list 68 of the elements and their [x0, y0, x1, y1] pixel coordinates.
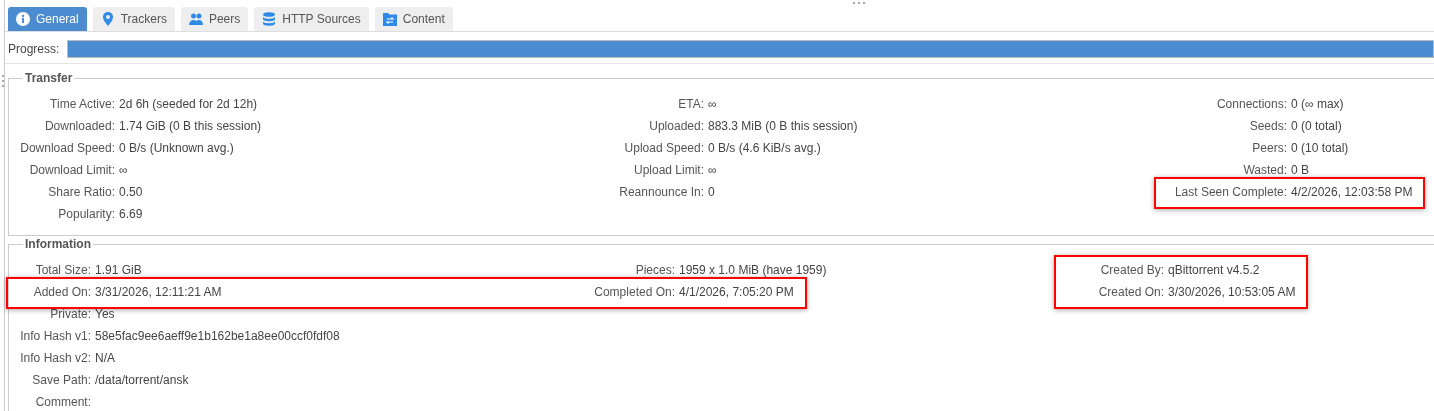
- field-label: Seeds:: [1248, 119, 1287, 133]
- tab[interactable]: Content: [374, 7, 453, 31]
- field-label: Pieces:: [634, 263, 675, 277]
- field-label: Total Size:: [34, 263, 91, 277]
- field-value: ∞: [708, 163, 717, 177]
- splitter-handle-icon[interactable]: [1, 74, 5, 88]
- field-value: 0.50: [119, 185, 143, 199]
- field-value: 2d 6h (seeded for 2d 12h): [119, 97, 258, 111]
- tab[interactable]: Trackers: [92, 7, 175, 31]
- section-title: Information: [24, 237, 92, 251]
- resize-handle-icon[interactable]: [852, 1, 866, 5]
- field-label: Completed On:: [593, 285, 675, 299]
- section-title: Transfer: [24, 71, 74, 85]
- field-label: Added On:: [32, 285, 91, 299]
- field-value: ∞: [708, 97, 717, 111]
- field-label: Last Seen Complete:: [1173, 185, 1287, 199]
- field-value: 0 B/s (Unknown avg.): [119, 141, 234, 155]
- field-label: Upload Speed:: [623, 141, 704, 155]
- field-label: Created By:: [1099, 263, 1164, 277]
- progress-label: Progress:: [8, 42, 60, 56]
- folder-icon: [382, 12, 397, 26]
- tab[interactable]: General: [8, 7, 87, 31]
- field-value: 3/31/2026, 12:11:21 AM: [95, 285, 222, 299]
- field-value: ∞: [119, 163, 128, 177]
- field-label: Peers:: [1251, 141, 1287, 155]
- field-label: Downloaded:: [43, 119, 115, 133]
- field-value: N/A: [95, 351, 115, 365]
- field-label: Created On:: [1097, 285, 1164, 299]
- field-value: Yes: [95, 307, 115, 321]
- field-label: Connections:: [1215, 97, 1287, 111]
- field-value: 0 (0 total): [1291, 119, 1342, 133]
- field-label: Wasted:: [1242, 163, 1287, 177]
- field-value: 1959 x 1.0 MiB (have 1959): [679, 263, 827, 277]
- tab[interactable]: HTTP Sources: [254, 7, 369, 31]
- tab[interactable]: Peers: [180, 7, 249, 31]
- field-value: 3/30/2026, 10:53:05 AM: [1168, 285, 1296, 299]
- field-label: Private:: [49, 307, 91, 321]
- field-label: Popularity:: [57, 207, 115, 221]
- field-label: Comment:: [34, 395, 91, 409]
- field-label: ETA:: [677, 97, 704, 111]
- field-value: qBittorrent v4.5.2: [1168, 263, 1260, 277]
- database-icon: [262, 12, 277, 26]
- field-value: 0 B/s (4.6 KiB/s avg.): [708, 141, 821, 155]
- field-value: 1.91 GiB: [95, 263, 142, 277]
- field-value: 0 (10 total): [1291, 141, 1349, 155]
- field-value: 1.74 GiB (0 B this session): [119, 119, 262, 133]
- field-value: 4/1/2026, 7:05:20 PM: [679, 285, 794, 299]
- info-icon: [16, 12, 30, 26]
- field-value: 883.3 MiB (0 B this session): [708, 119, 858, 133]
- field-value: 4/2/2026, 12:03:58 PM: [1291, 185, 1413, 199]
- field-value: 0 (∞ max): [1291, 97, 1344, 111]
- field-label: Time Active:: [49, 97, 115, 111]
- field-label: Share Ratio:: [47, 185, 115, 199]
- field-label: Uploaded:: [648, 119, 704, 133]
- field-label: Upload Limit:: [632, 163, 704, 177]
- field-value: 6.69: [119, 207, 143, 221]
- people-icon: [188, 12, 203, 26]
- map-pin-icon: [100, 12, 115, 26]
- field-value: 58e5fac9ee6aeff9e1b162be1a8ee00ccf0fdf08: [95, 329, 340, 343]
- field-value: 0 B: [1291, 163, 1309, 177]
- field-label: Save Path:: [31, 373, 91, 387]
- field-value: /data/torrent/ansk: [95, 373, 189, 387]
- field-label: Download Speed:: [19, 141, 115, 155]
- field-label: Info Hash v1:: [19, 329, 91, 343]
- field-label: Reannounce In:: [618, 185, 704, 199]
- field-value: 0: [708, 185, 715, 199]
- field-label: Info Hash v2:: [19, 351, 91, 365]
- field-label: Download Limit:: [28, 163, 115, 177]
